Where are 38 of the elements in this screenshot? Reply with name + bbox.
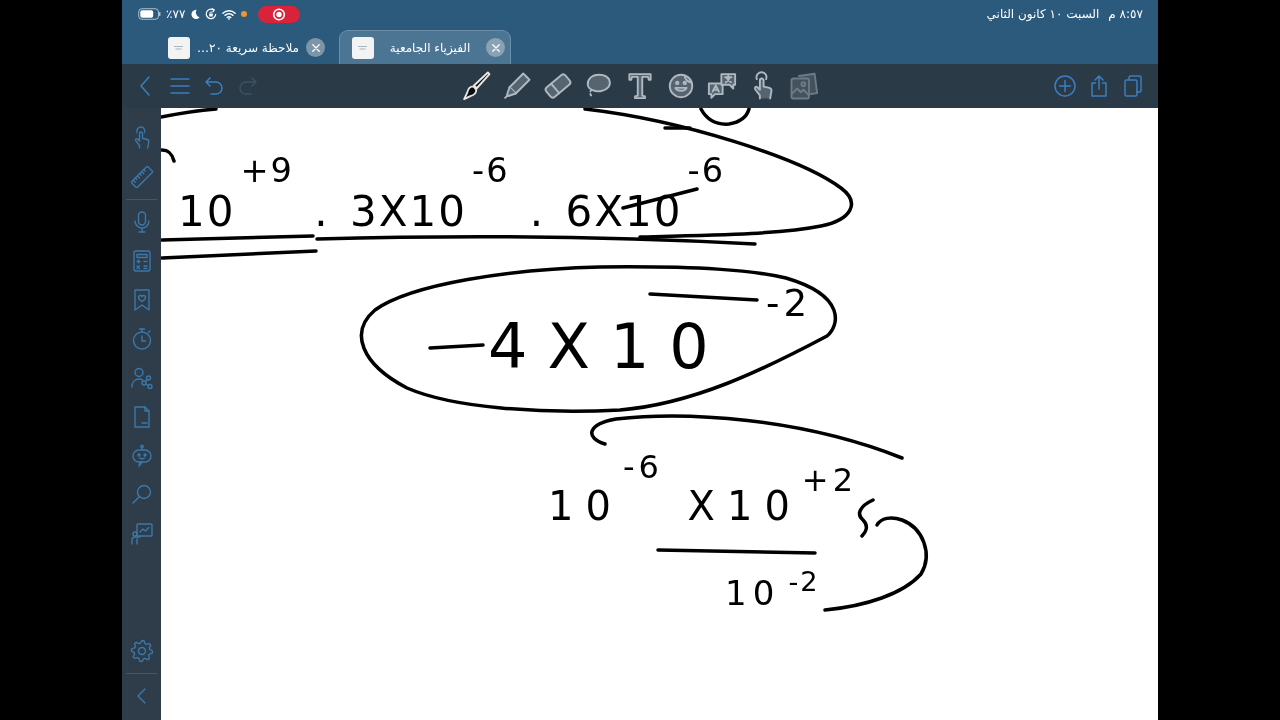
moon-icon (190, 9, 201, 19)
person-share-icon[interactable] (129, 366, 154, 390)
text-tool-icon[interactable] (625, 71, 655, 101)
close-tab-button[interactable] (306, 38, 326, 57)
translate-icon[interactable] (707, 71, 737, 101)
close-icon (491, 43, 500, 52)
indicator-dot-icon (241, 11, 248, 17)
note-tab[interactable]: ملاحظة سريعة ٢٠… (155, 30, 332, 64)
smiley-sticker-icon[interactable] (666, 71, 696, 101)
close-tab-button[interactable] (486, 38, 506, 57)
battery-percentage: ٧٧٪ (166, 7, 186, 21)
tab-title: الفيزياء الجامعية (388, 40, 472, 55)
note-tab[interactable]: الفيزياء الجامعية (339, 30, 512, 64)
tab-title: ملاحظة سريعة ٢٠… (197, 40, 300, 55)
clock-time: ٨:٥٧ م (1108, 7, 1143, 21)
ruler-icon[interactable] (129, 165, 154, 189)
close-icon (311, 43, 320, 52)
robot-icon[interactable] (129, 444, 154, 468)
date-text: السبت ١٠ كانون الثاني (986, 7, 1100, 21)
ink-stroke (428, 343, 485, 350)
rotation-lock-icon (205, 8, 218, 20)
settings-icon[interactable] (129, 639, 154, 663)
add-icon[interactable] (1053, 74, 1077, 98)
battery-icon (138, 8, 161, 20)
pages-icon[interactable] (1121, 74, 1145, 98)
note-thumbnail-icon (168, 36, 190, 59)
presentation-board-icon[interactable] (129, 522, 154, 546)
wifi-icon (222, 8, 237, 20)
handwritten-math: 4X10$^{-2}$ (488, 285, 812, 379)
handwritten-math: 10$^{-2}$ (725, 568, 820, 610)
ink-stroke (161, 148, 176, 163)
ink-stroke (857, 498, 875, 538)
marker-icon[interactable] (502, 71, 532, 101)
brush-icon[interactable] (461, 71, 491, 101)
note-thumbnail-icon (352, 36, 375, 59)
screen-recording-icon (258, 5, 301, 23)
undo-icon[interactable] (202, 74, 226, 98)
ink-stroke (161, 108, 218, 119)
